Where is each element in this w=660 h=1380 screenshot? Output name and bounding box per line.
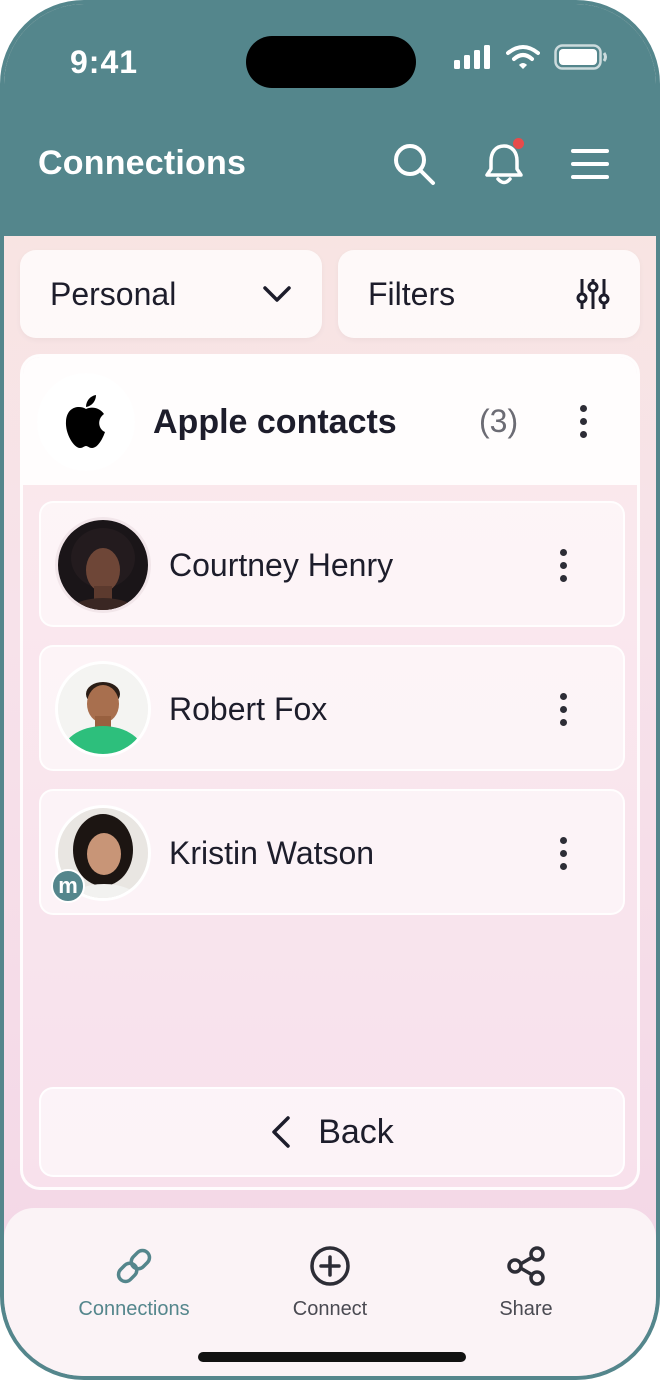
plus-circle-icon	[310, 1246, 350, 1286]
signal-icon	[454, 45, 490, 69]
contact-row-robert-fox[interactable]: Robert Fox	[39, 645, 625, 771]
menu-button[interactable]	[564, 138, 616, 190]
dynamic-island	[246, 36, 416, 88]
notifications-button[interactable]	[478, 138, 530, 190]
avatar-photo	[58, 664, 148, 754]
home-indicator[interactable]	[198, 1352, 466, 1362]
battery-icon	[554, 44, 607, 70]
avatar	[55, 517, 151, 613]
contact-group-card: Apple contacts (3) Courtney Henry Robert…	[20, 354, 640, 1190]
tab-connections[interactable]: Connections	[44, 1244, 224, 1321]
group-count: (3)	[479, 403, 519, 439]
tab-label: Connect	[292, 1298, 368, 1320]
back-label: Back	[318, 1112, 394, 1151]
more-dot	[579, 404, 587, 412]
contact-more-button[interactable]	[543, 689, 583, 729]
group-logo	[37, 373, 135, 471]
tab-connect[interactable]: Connect	[240, 1244, 420, 1321]
back-button[interactable]: Back	[39, 1087, 625, 1177]
page-title: Connections	[38, 144, 247, 182]
filters-label: Filters	[368, 275, 456, 312]
more-dot	[559, 849, 567, 857]
avatar	[55, 661, 151, 757]
apple-icon	[65, 395, 105, 448]
more-dot	[559, 718, 567, 726]
more-dot	[579, 430, 587, 438]
tab-label: Share	[499, 1298, 553, 1320]
more-dot	[579, 417, 587, 425]
contact-name: Robert Fox	[169, 691, 328, 727]
sliders-icon	[576, 279, 610, 309]
search-icon	[394, 144, 435, 185]
contact-name: Courtney Henry	[169, 547, 394, 583]
menu-icon	[571, 149, 609, 179]
contact-more-button[interactable]	[543, 545, 583, 585]
group-title: Apple contacts	[153, 403, 397, 441]
phone-frame: 9:41 Connections Personal Filters Apple …	[0, 0, 660, 1380]
status-time: 9:41	[70, 44, 139, 80]
wifi-icon	[506, 45, 540, 69]
more-dot	[559, 561, 567, 569]
status-icons	[454, 44, 608, 70]
more-dot	[559, 548, 567, 556]
more-dot	[559, 862, 567, 870]
group-header[interactable]: Apple contacts (3)	[23, 357, 637, 485]
category-dropdown[interactable]: Personal	[20, 250, 322, 338]
contact-name: Kristin Watson	[169, 835, 375, 871]
group-more-button[interactable]	[563, 401, 603, 441]
tab-label: Connections	[78, 1298, 190, 1320]
chevron-left-icon	[272, 1116, 290, 1148]
chevron-down-icon	[263, 286, 291, 302]
share-icon	[507, 1246, 545, 1286]
category-value: Personal	[50, 275, 177, 312]
search-button[interactable]	[388, 138, 440, 190]
avatar-photo	[58, 520, 148, 610]
more-dot	[559, 705, 567, 713]
more-dot	[559, 692, 567, 700]
more-dot	[559, 836, 567, 844]
member-badge: m	[51, 869, 85, 903]
more-dot	[559, 574, 567, 582]
filters-button[interactable]: Filters	[338, 250, 640, 338]
contact-row-courtney-henry[interactable]: Courtney Henry	[39, 501, 625, 627]
app-header: 9:41 Connections	[4, 4, 656, 236]
contact-more-button[interactable]	[543, 833, 583, 873]
contact-row-kristin-watson[interactable]: m Kristin Watson	[39, 789, 625, 915]
tab-share[interactable]: Share	[436, 1244, 616, 1321]
link-icon	[116, 1248, 152, 1284]
notification-dot	[513, 138, 524, 149]
